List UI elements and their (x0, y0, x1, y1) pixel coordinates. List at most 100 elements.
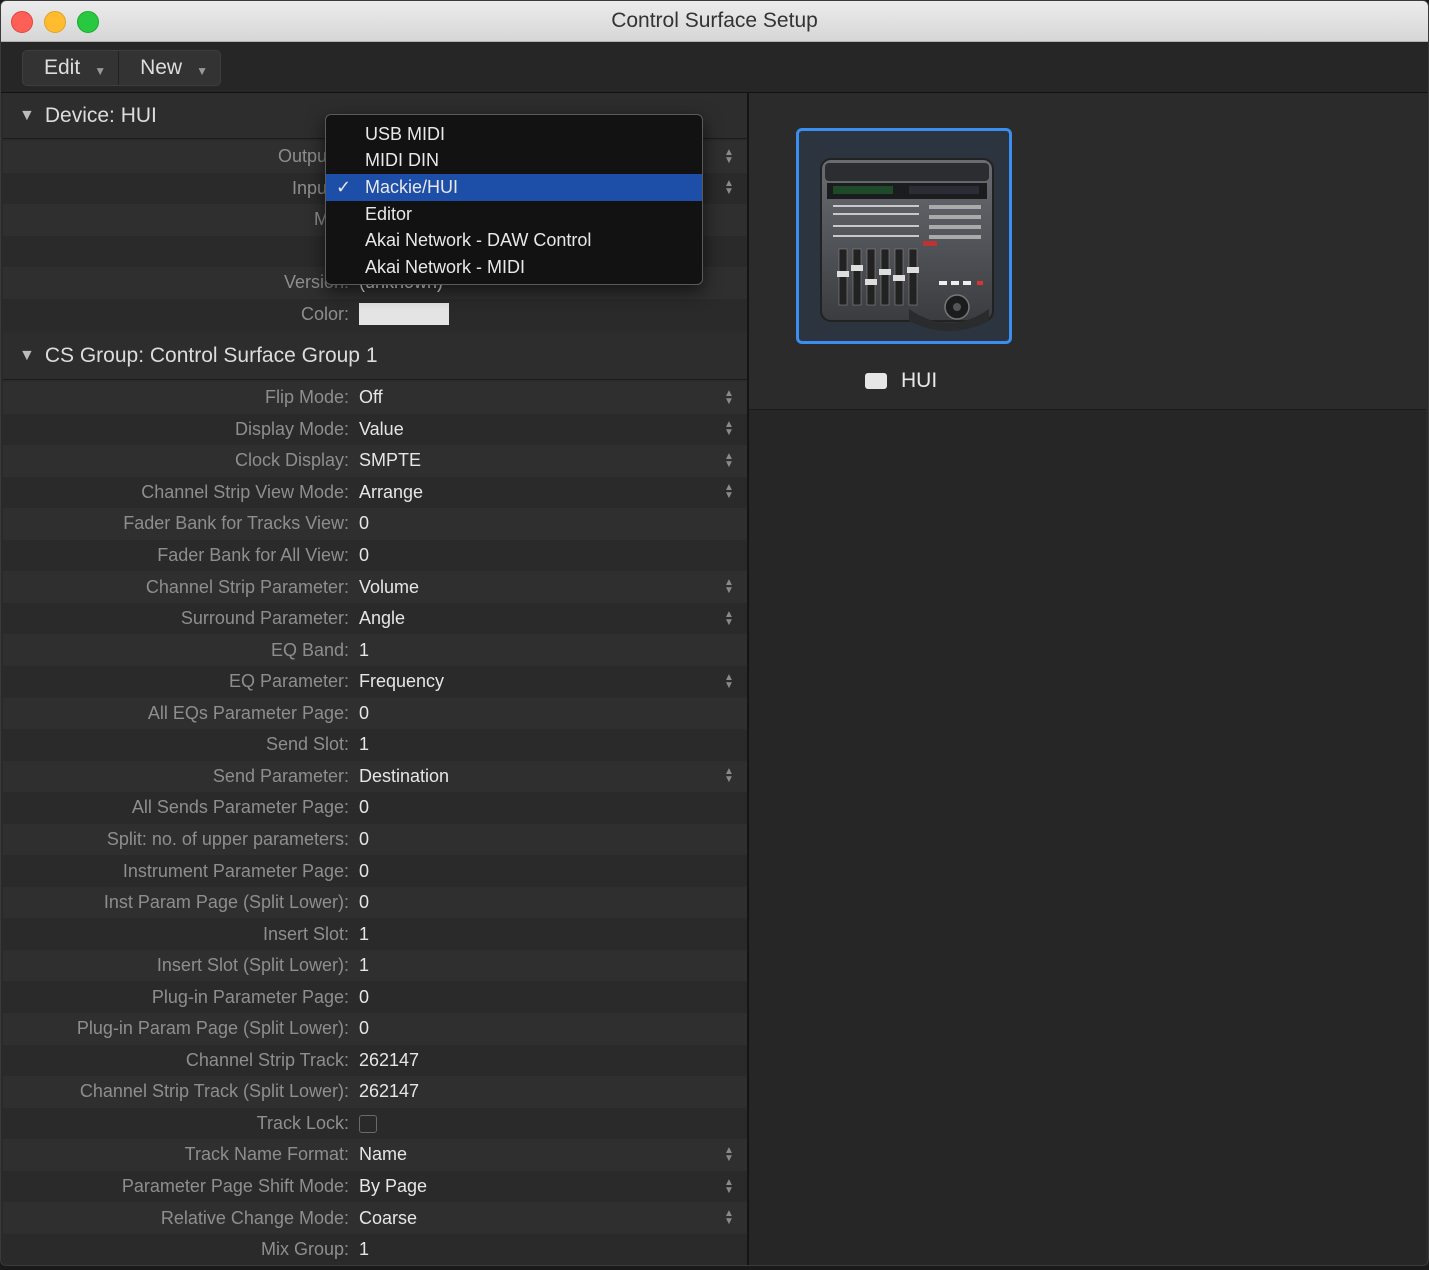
device-area: HUI (749, 93, 1426, 410)
cs-group-section-header[interactable]: ▼ CS Group: Control Surface Group 1 (3, 332, 747, 380)
cs-param-row: Insert Slot (Split Lower): 1 (3, 949, 747, 982)
popup-stepper-icon[interactable]: ▲ ▼ (721, 420, 737, 438)
param-value[interactable]: 0 (357, 1018, 747, 1039)
param-label: Track Name Format: (184, 1144, 349, 1165)
cs-param-row: Channel Strip Track (Split Lower): 262147 (3, 1076, 747, 1108)
param-label: Surround Parameter: (180, 608, 349, 629)
menu-item-label: Mackie/HUI (365, 176, 459, 197)
hui-device-label[interactable]: HUI (865, 369, 937, 393)
popup-stepper-icon[interactable]: ▲ ▼ (721, 1177, 737, 1195)
param-value[interactable]: Arrange (357, 482, 721, 503)
cs-param-row: All EQs Parameter Page: 0 (3, 697, 747, 729)
popup-stepper-icon[interactable]: ▲ ▼ (721, 1209, 737, 1227)
title-bar: Control Surface Setup (1, 1, 1428, 42)
cs-param-row: Relative Change Mode: Coarse ▲ ▼ (3, 1202, 747, 1234)
param-label: Insert Slot (Split Lower): (156, 955, 349, 976)
device-color-chip (865, 373, 887, 389)
cs-param-row: Channel Strip View Mode: Arrange ▲ ▼ (3, 476, 747, 509)
param-value[interactable]: By Page (357, 1176, 721, 1197)
param-value[interactable]: 1 (357, 640, 747, 661)
device-param-row: Color: (3, 298, 747, 330)
disclosure-triangle-icon[interactable]: ▼ (19, 347, 35, 365)
popup-stepper-icon[interactable]: ▲ ▼ (721, 672, 737, 690)
param-value[interactable]: 262147 (357, 1081, 747, 1102)
param-value[interactable]: 0 (357, 829, 747, 850)
window-title: Control Surface Setup (611, 9, 818, 32)
param-label: Mod (3, 209, 357, 230)
param-value[interactable]: 0 (357, 892, 747, 913)
menu-item-label: Akai Network - DAW Control (365, 230, 592, 251)
cs-param-row: Clock Display: SMPTE ▲ ▼ (3, 445, 747, 477)
param-value[interactable]: Angle (357, 608, 721, 629)
param-value[interactable]: Volume (357, 577, 721, 598)
param-value[interactable]: 1 (357, 1239, 747, 1260)
track-lock-field[interactable] (357, 1113, 747, 1134)
param-label: Channel Strip Track: (185, 1049, 349, 1070)
menu-item-label: MIDI DIN (365, 150, 439, 171)
color-swatch[interactable] (359, 303, 449, 326)
popup-stepper-icon[interactable]: ▲ ▼ (721, 179, 737, 197)
disclosure-triangle-icon[interactable]: ▼ (19, 107, 35, 125)
menu-item-label: Akai Network - MIDI (365, 256, 526, 277)
param-value[interactable]: 0 (357, 545, 747, 566)
cs-param-row: Split: no. of upper parameters: 0 (3, 823, 747, 856)
param-label: Display Mode: (234, 418, 349, 439)
popup-stepper-icon[interactable]: ▲ ▼ (721, 767, 737, 785)
menu-item[interactable]: Editor (326, 201, 702, 228)
param-value[interactable]: Destination (357, 766, 721, 787)
menu-item[interactable]: MIDI DIN (326, 148, 702, 175)
menu-item[interactable]: Akai Network - DAW Control (326, 227, 702, 254)
popup-stepper-icon[interactable]: ▲ ▼ (721, 609, 737, 627)
cs-param-row: Track Lock: (3, 1107, 747, 1140)
param-label: EQ Band: (270, 639, 349, 660)
popup-stepper-icon[interactable]: ▲ ▼ (721, 147, 737, 165)
param-value[interactable]: Coarse (357, 1208, 721, 1229)
param-label: Flip Mode: (264, 387, 349, 408)
edit-menu-label: Edit (44, 56, 81, 79)
edit-menu-button[interactable]: Edit ▼ (23, 51, 118, 85)
param-label: Fader Bank for Tracks View: (123, 513, 349, 534)
param-label: Send Parameter: (212, 765, 349, 786)
param-value[interactable]: Value (357, 419, 721, 440)
cs-param-row: Send Parameter: Destination ▲ ▼ (3, 760, 747, 793)
param-value[interactable]: 1 (357, 924, 747, 945)
param-label: Channel Strip Track (Split Lower): (79, 1081, 349, 1102)
new-menu-button[interactable]: New ▼ (118, 51, 220, 85)
param-value[interactable]: 0 (357, 703, 747, 724)
param-value[interactable]: SMPTE (357, 450, 721, 471)
menu-item[interactable]: USB MIDI (326, 121, 702, 148)
cs-param-row: EQ Parameter: Frequency ▲ ▼ (3, 665, 747, 698)
param-label: Mo (3, 241, 357, 262)
popup-stepper-icon[interactable]: ▲ ▼ (721, 451, 737, 469)
popup-stepper-icon[interactable]: ▲ ▼ (721, 388, 737, 406)
param-label: Plug-in Parameter Page: (151, 986, 349, 1007)
cs-param-row: Track Name Format: Name ▲ ▼ (3, 1139, 747, 1171)
param-label: Input P (291, 177, 349, 198)
popup-stepper-icon[interactable]: ▲ ▼ (721, 1145, 737, 1163)
param-value[interactable]: 0 (357, 797, 747, 818)
param-value[interactable]: Off (357, 387, 721, 408)
param-value[interactable]: 1 (357, 955, 747, 976)
track-lock-checkbox[interactable] (359, 1115, 377, 1134)
param-value[interactable]: 1 (357, 734, 747, 755)
popup-stepper-icon[interactable]: ▲ ▼ (721, 483, 737, 501)
control-surface-setup-window: Control Surface Setup Edit ▼ New ▼ ▼ Dev… (0, 0, 1429, 1266)
cs-group-section-title: CS Group: Control Surface Group 1 (44, 343, 378, 367)
cs-param-row: Display Mode: Value ▲ ▼ (3, 413, 747, 446)
popup-stepper-icon[interactable]: ▲ ▼ (721, 578, 737, 596)
param-label: Send Slot: (265, 734, 349, 755)
param-value[interactable]: 0 (357, 513, 747, 534)
hui-device-tile[interactable] (796, 128, 1012, 344)
param-value[interactable] (357, 303, 747, 326)
cs-param-row: Instrument Parameter Page: 0 (3, 855, 747, 887)
param-value[interactable]: 0 (357, 861, 747, 882)
param-value[interactable]: 0 (357, 987, 747, 1008)
menu-item[interactable]: Akai Network - MIDI (326, 254, 702, 281)
param-label: Plug-in Param Page (Split Lower): (76, 1018, 349, 1039)
cs-param-row: All Sends Parameter Page: 0 (3, 792, 747, 824)
param-label: EQ Parameter: (228, 671, 349, 692)
menu-item[interactable]: ✓ Mackie/HUI (326, 174, 702, 201)
param-value[interactable]: Frequency (357, 671, 721, 692)
param-value[interactable]: 262147 (357, 1050, 747, 1071)
param-value[interactable]: Name (357, 1144, 721, 1165)
